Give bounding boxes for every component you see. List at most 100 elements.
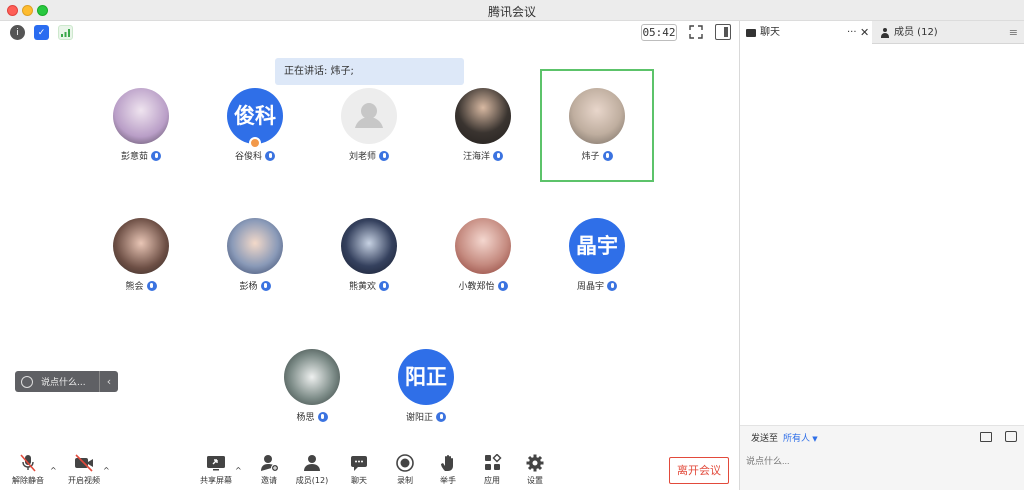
mic-icon bbox=[317, 411, 328, 422]
panel-tabs: 聊天 ··· ✕ 成员 (12) ≡ bbox=[740, 21, 1024, 44]
send-to-selector[interactable]: 发送至 所有人 ▼ bbox=[751, 431, 818, 444]
apps-button[interactable]: 应用 bbox=[478, 453, 506, 486]
muted-mic-icon bbox=[17, 454, 39, 472]
info-icon[interactable]: i bbox=[10, 25, 25, 40]
quick-chat-placeholder[interactable]: 说点什么... bbox=[41, 375, 86, 388]
apps-label: 应用 bbox=[484, 476, 500, 485]
mic-icon bbox=[146, 280, 157, 291]
participant-tile[interactable]: 俊科 谷俊科 bbox=[200, 88, 310, 163]
quick-chat-pill[interactable]: 说点什么... ‹ bbox=[15, 371, 118, 392]
tab-chat-label: 聊天 bbox=[760, 27, 780, 38]
avatar bbox=[227, 218, 283, 274]
chat-composer: 发送至 所有人 ▼ bbox=[740, 425, 1024, 490]
fullscreen-icon[interactable] bbox=[688, 24, 704, 40]
side-panel: 聊天 ··· ✕ 成员 (12) ≡ 发送至 所有人 ▼ bbox=[739, 21, 1024, 490]
avatar bbox=[284, 349, 340, 405]
participant-name: 熊会 bbox=[125, 282, 144, 292]
start-video-label: 开启视频 bbox=[68, 476, 100, 485]
mic-icon bbox=[379, 150, 389, 161]
chat-button[interactable]: 聊天 bbox=[345, 454, 373, 486]
participant-name: 汪海洋 bbox=[462, 152, 490, 162]
mic-icon bbox=[493, 150, 503, 161]
participant-tile[interactable]: 晶宇 周晶宇 bbox=[542, 218, 652, 293]
members-button[interactable]: 成员(12) bbox=[293, 454, 331, 486]
title-bar: 腾讯会议 bbox=[0, 0, 1024, 21]
add-user-icon bbox=[258, 454, 280, 472]
video-options-caret-icon[interactable]: ^ bbox=[103, 466, 110, 475]
folder-icon[interactable] bbox=[980, 432, 992, 442]
mic-icon bbox=[436, 411, 446, 422]
window-title: 腾讯会议 bbox=[487, 5, 536, 19]
collapse-chevron-icon[interactable]: ‹ bbox=[100, 375, 118, 388]
participant-name: 小教郑怡 bbox=[458, 282, 495, 292]
chat-tab-icon bbox=[746, 28, 756, 37]
participant-tile[interactable]: 熊黄欢 bbox=[314, 218, 424, 293]
participant-name: 杨思 bbox=[296, 413, 315, 423]
gear-icon bbox=[524, 454, 546, 472]
avatar: 俊科 bbox=[227, 88, 283, 144]
mic-icon bbox=[379, 280, 389, 291]
invite-label: 邀请 bbox=[261, 476, 277, 485]
avatar: 阳正 bbox=[398, 349, 454, 405]
close-icon[interactable]: ✕ bbox=[860, 21, 869, 44]
mic-icon bbox=[260, 280, 271, 291]
signal-icon[interactable] bbox=[58, 25, 73, 40]
share-options-caret-icon[interactable]: ^ bbox=[235, 466, 242, 475]
tab-members-label: 成员 (12) bbox=[894, 27, 938, 38]
settings-button[interactable]: 设置 bbox=[521, 454, 549, 486]
audio-options-caret-icon[interactable]: ^ bbox=[50, 466, 57, 475]
leave-meeting-button[interactable]: 离开会议 bbox=[669, 457, 729, 484]
participant-tile[interactable]: 杨思 bbox=[257, 349, 367, 424]
raise-hand-button[interactable]: 举手 bbox=[434, 454, 462, 486]
apps-icon bbox=[481, 453, 503, 472]
speaking-banner: 正在讲话: 炜子; bbox=[275, 58, 464, 85]
more-options-icon[interactable]: ··· bbox=[847, 21, 857, 44]
participant-tile[interactable]: 熊会 bbox=[86, 218, 196, 293]
send-to-label: 发送至 bbox=[751, 434, 779, 444]
chevron-down-icon[interactable]: ▼ bbox=[810, 435, 817, 443]
participant-tile[interactable]: 阳正 谢阳正 bbox=[371, 349, 481, 424]
share-screen-button[interactable]: 共享屏幕 bbox=[197, 454, 235, 486]
chat-icon bbox=[348, 454, 370, 472]
tab-members[interactable]: 成员 (12) bbox=[874, 21, 1014, 44]
chat-input[interactable] bbox=[746, 452, 1016, 470]
participant-tile[interactable]: 炜子 bbox=[542, 88, 652, 163]
record-label: 录制 bbox=[397, 476, 413, 485]
screenshot-icon[interactable] bbox=[1005, 431, 1017, 442]
invite-button[interactable]: 邀请 bbox=[254, 454, 284, 486]
avatar bbox=[455, 88, 511, 144]
record-icon bbox=[394, 454, 416, 472]
participant-name: 刘老师 bbox=[348, 152, 376, 162]
tab-chat[interactable]: 聊天 ··· ✕ bbox=[740, 21, 872, 44]
host-badge-icon bbox=[249, 137, 261, 149]
participant-tile[interactable]: 刘老师 bbox=[314, 88, 424, 163]
start-video-button[interactable]: 开启视频 bbox=[66, 454, 102, 486]
participant-tile[interactable]: 彭杨 bbox=[200, 218, 310, 293]
unmute-button[interactable]: 解除静音 bbox=[10, 454, 46, 486]
chat-label: 聊天 bbox=[351, 476, 367, 485]
meeting-bottom-toolbar: 解除静音 ^ 开启视频 ^ 共享屏幕 ^ 邀请 成员(12) 聊天 录制 举手 … bbox=[0, 450, 739, 490]
record-button[interactable]: 录制 bbox=[391, 454, 419, 486]
participant-name: 周晶宇 bbox=[576, 282, 604, 292]
meeting-top-toolbar: i ✓ 05:42 bbox=[0, 21, 739, 45]
menu-icon[interactable]: ≡ bbox=[1009, 21, 1018, 44]
participant-tile[interactable]: 彭意茹 bbox=[86, 88, 196, 163]
mic-icon bbox=[151, 150, 161, 161]
shield-icon[interactable]: ✓ bbox=[34, 25, 49, 40]
participant-name: 彭意茹 bbox=[120, 152, 148, 162]
participant-tile[interactable]: 小教郑怡 bbox=[428, 218, 538, 293]
mic-icon bbox=[602, 150, 613, 161]
send-to-target[interactable]: 所有人 bbox=[783, 434, 810, 444]
avatar bbox=[113, 88, 169, 144]
settings-label: 设置 bbox=[527, 476, 543, 485]
sidebar-toggle-icon[interactable] bbox=[715, 24, 731, 40]
avatar bbox=[113, 218, 169, 274]
participant-tile[interactable]: 汪海洋 bbox=[428, 88, 538, 163]
meeting-timer: 05:42 bbox=[641, 24, 677, 41]
mic-icon bbox=[265, 150, 275, 161]
hand-icon bbox=[437, 454, 459, 472]
chat-messages bbox=[740, 44, 1024, 425]
smile-icon[interactable] bbox=[21, 375, 33, 388]
participant-name: 熊黄欢 bbox=[348, 282, 376, 292]
share-screen-label: 共享屏幕 bbox=[200, 476, 232, 485]
